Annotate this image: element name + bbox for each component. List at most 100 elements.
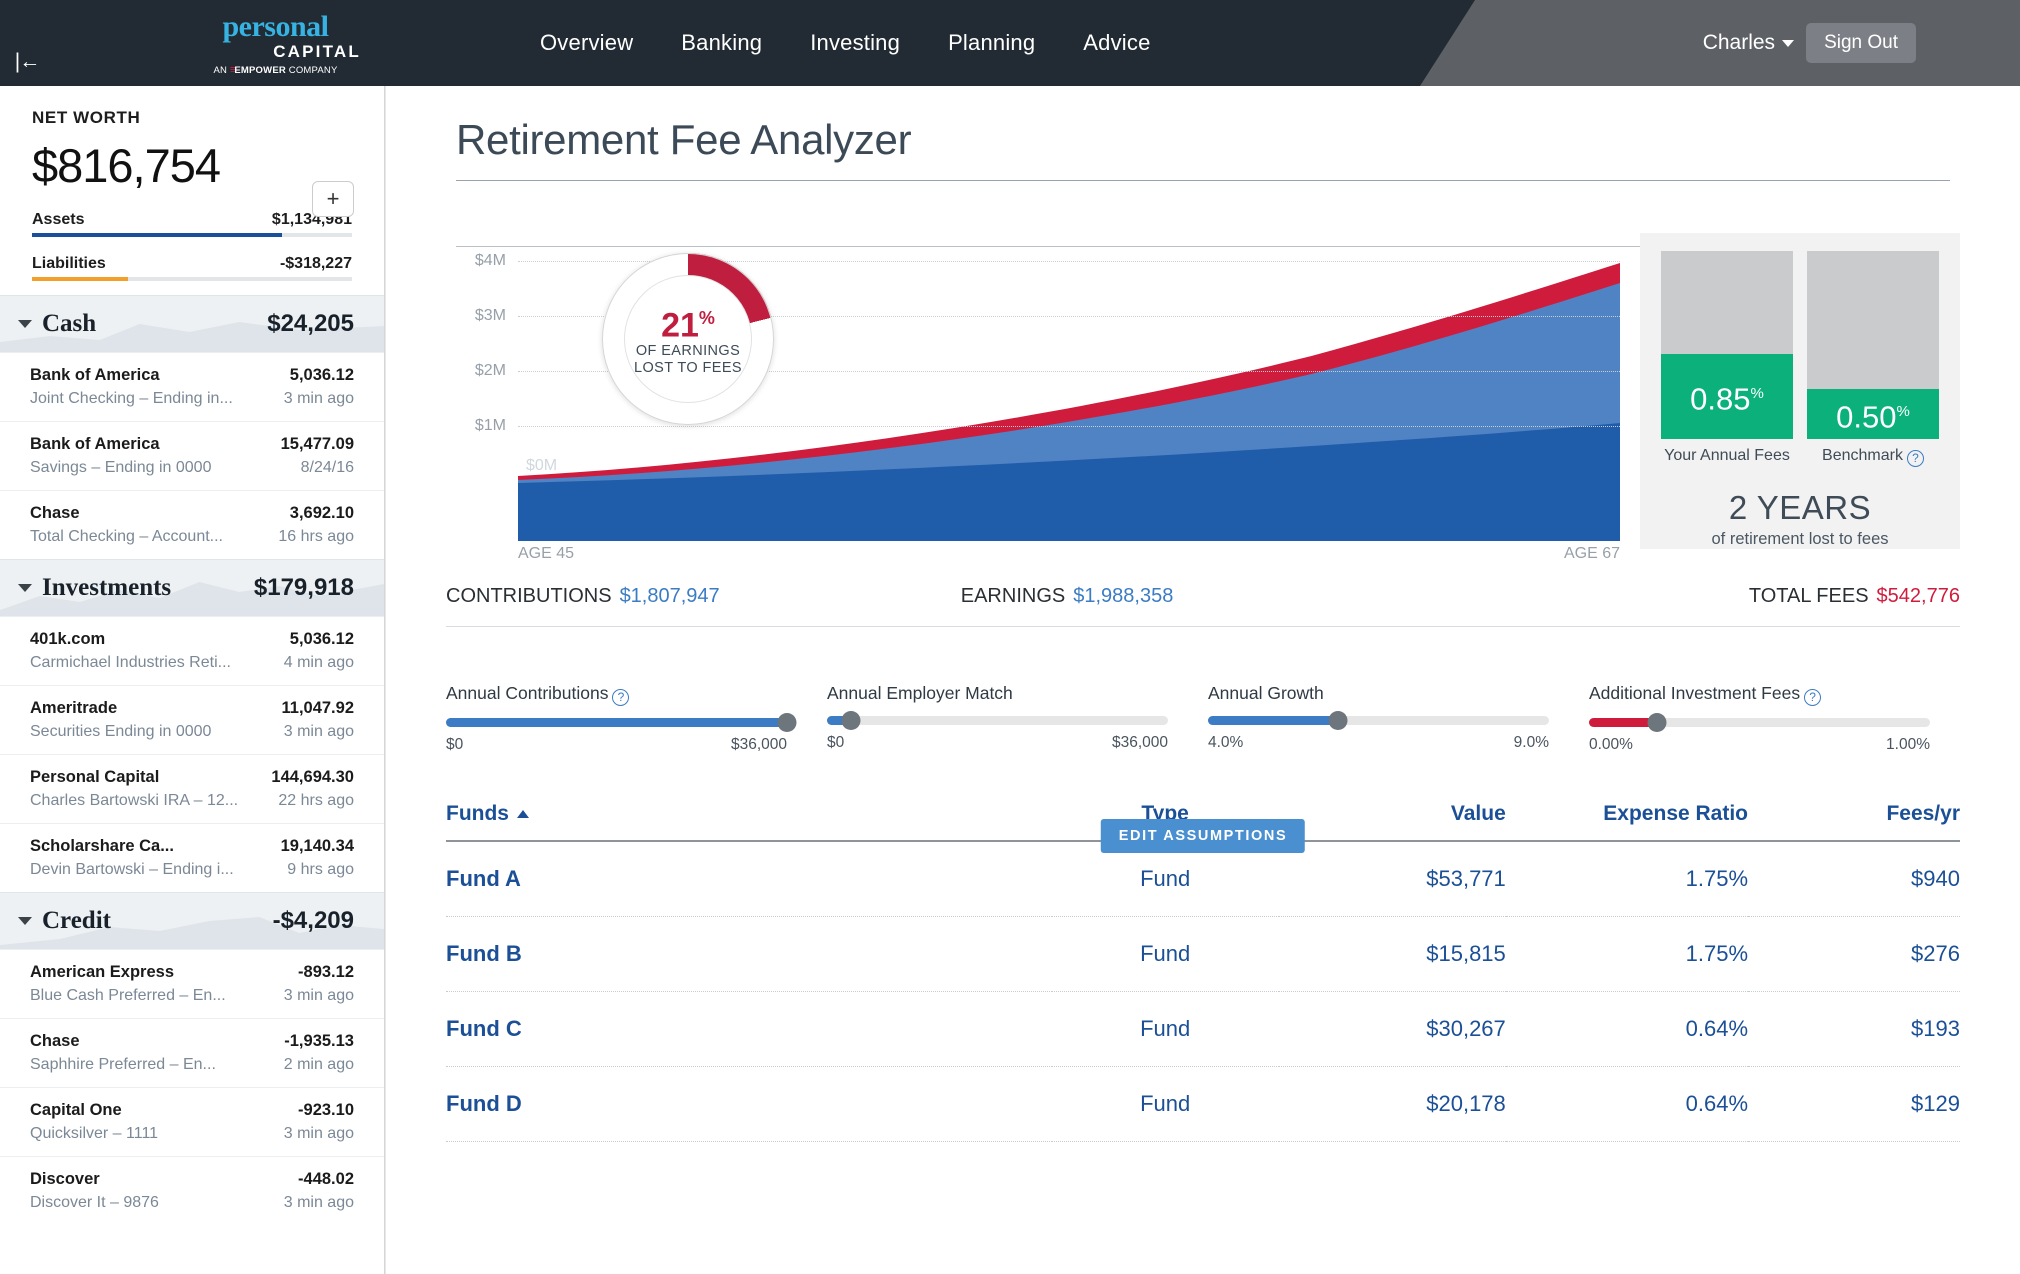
axis-end-age: AGE 67 (1564, 545, 1620, 563)
list-item[interactable]: Chase-1,935.13 Saphhire Preferred – En..… (0, 1018, 384, 1087)
personal-capital-logo[interactable]: personal CAPITAL AN ≡EMPOWER COMPANY (188, 12, 363, 78)
annual-fee-comparison-panel: 0.85% Your Annual Fees 0.50% Benchmark? (1640, 233, 1960, 549)
cell-fund-name[interactable]: Fund B (446, 917, 1052, 992)
total-contributions: CONTRIBUTIONS$1,807,947 (446, 585, 961, 608)
user-menu-button[interactable]: Charles (1703, 31, 1794, 55)
your-fee-column: 0.85% Your Annual Fees (1661, 251, 1793, 467)
list-item[interactable]: 401k.com5,036.12 Carmichael Industries R… (0, 616, 384, 685)
sort-ascending-icon (517, 810, 529, 818)
slider-knob[interactable] (841, 711, 860, 730)
axis-start-age: AGE 45 (518, 545, 574, 563)
liabilities-value: -$318,227 (280, 255, 352, 273)
account-balance: 5,036.12 (290, 630, 354, 649)
slider-track[interactable] (1208, 716, 1549, 725)
cell-fees-per-year: $276 (1748, 917, 1960, 992)
list-item[interactable]: Personal Capital144,694.30 Charles Barto… (0, 754, 384, 823)
account-balance: 15,477.09 (281, 435, 354, 454)
cell-value: $30,267 (1279, 992, 1506, 1067)
chevron-down-icon[interactable] (18, 320, 32, 328)
column-header-fees-per-year[interactable]: Fees/yr (1748, 802, 1960, 841)
cell-fees-per-year: $129 (1748, 1067, 1960, 1142)
list-item[interactable]: American Express-893.12 Blue Cash Prefer… (0, 949, 384, 1018)
contributions-value: $1,807,947 (620, 585, 720, 607)
assets-label: Assets (32, 211, 84, 229)
cell-fund-name[interactable]: Fund A (446, 841, 1052, 917)
sidebar-group-cash[interactable]: Cash $24,205 (0, 295, 384, 352)
slider-max: $36,000 (731, 736, 787, 754)
add-account-button[interactable]: + (312, 181, 354, 217)
liabilities-label: Liabilities (32, 255, 106, 273)
list-item[interactable]: Scholarshare Ca...19,140.34 Devin Bartow… (0, 823, 384, 892)
cell-value: $53,771 (1279, 841, 1506, 917)
account-balance: -448.02 (298, 1170, 354, 1189)
top-navigation-bar: |← personal CAPITAL AN ≡EMPOWER COMPANY … (0, 0, 2020, 86)
account-updated: 16 hrs ago (278, 528, 354, 546)
cell-type: Fund (1052, 1067, 1279, 1142)
nav-item-planning[interactable]: Planning (948, 30, 1035, 56)
account-updated: 4 min ago (284, 654, 354, 672)
account-updated: 3 min ago (284, 723, 354, 741)
chevron-down-icon[interactable] (18, 917, 32, 925)
account-description: Securities Ending in 0000 (30, 723, 211, 741)
list-item[interactable]: Capital One-923.10 Quicksilver – 11113 m… (0, 1087, 384, 1156)
column-header-value[interactable]: Value (1279, 802, 1506, 841)
slider-knob[interactable] (1648, 713, 1667, 732)
slider-max: 1.00% (1886, 736, 1930, 754)
account-name: Discover (30, 1170, 100, 1189)
total-fees: TOTAL FEES$542,776 (1476, 585, 1960, 608)
slider-max: $36,000 (1112, 734, 1168, 752)
nav-item-overview[interactable]: Overview (540, 30, 633, 56)
fee-percentage-donut: 21% OF EARNINGS LOST TO FEES (602, 253, 774, 425)
slider-min: $0 (446, 736, 463, 754)
account-name: Scholarshare Ca... (30, 837, 174, 856)
column-header-funds-label: Funds (446, 802, 509, 825)
earnings-value: $1,988,358 (1073, 585, 1173, 607)
account-description: Blue Cash Preferred – En... (30, 987, 226, 1005)
cell-fees-per-year: $940 (1748, 841, 1960, 917)
slider-track[interactable] (446, 718, 787, 727)
sidebar-collapse-icon[interactable]: |← (10, 48, 44, 76)
total-fees-value: $542,776 (1877, 585, 1960, 607)
slider-annual-growth: Annual Growth 4.0%9.0% (1208, 683, 1579, 754)
help-icon[interactable]: ? (1907, 450, 1924, 467)
list-item[interactable]: Ameritrade11,047.92 Securities Ending in… (0, 685, 384, 754)
account-name: Chase (30, 1032, 80, 1051)
sidebar-group-investments[interactable]: Investments $179,918 (0, 559, 384, 616)
slider-knob[interactable] (778, 713, 797, 732)
slider-label: Additional Investment Fees? (1589, 683, 1930, 706)
slider-track[interactable] (1589, 718, 1930, 727)
table-row[interactable]: Fund B Fund $15,815 1.75% $276 (446, 917, 1960, 992)
percent-sign: % (699, 308, 715, 328)
chevron-down-icon[interactable] (18, 584, 32, 592)
help-icon[interactable]: ? (1804, 689, 1821, 706)
help-icon[interactable]: ? (612, 689, 629, 706)
group-name: Cash (42, 310, 96, 338)
column-header-expense-ratio[interactable]: Expense Ratio (1506, 802, 1748, 841)
list-item[interactable]: Discover-448.02 Discover It – 98763 min … (0, 1156, 384, 1225)
slider-track[interactable] (827, 716, 1168, 725)
slider-annual-employer-match: Annual Employer Match $0$36,000 (827, 683, 1198, 754)
account-balance: 19,140.34 (281, 837, 354, 856)
page-title: Retirement Fee Analyzer (456, 86, 1950, 181)
account-updated: 2 min ago (284, 1056, 354, 1074)
sign-out-button[interactable]: Sign Out (1806, 23, 1916, 63)
slider-knob[interactable] (1328, 711, 1347, 730)
table-row[interactable]: Fund C Fund $30,267 0.64% $193 (446, 992, 1960, 1067)
nav-item-investing[interactable]: Investing (810, 30, 900, 56)
cell-fund-name[interactable]: Fund D (446, 1067, 1052, 1142)
list-item[interactable]: Bank of America15,477.09 Savings – Endin… (0, 421, 384, 490)
edit-assumptions-button[interactable]: EDIT ASSUMPTIONS (1101, 819, 1305, 853)
donut-caption-line1: OF EARNINGS (636, 343, 740, 360)
table-row[interactable]: Fund D Fund $20,178 0.64% $129 (446, 1067, 1960, 1142)
cell-fund-name[interactable]: Fund C (446, 992, 1052, 1067)
list-item[interactable]: Chase3,692.10 Total Checking – Account..… (0, 490, 384, 559)
nav-item-advice[interactable]: Advice (1083, 30, 1150, 56)
sidebar-group-credit[interactable]: Credit -$4,209 (0, 892, 384, 949)
cell-expense-ratio: 1.75% (1506, 917, 1748, 992)
account-updated: 3 min ago (284, 1194, 354, 1212)
column-header-funds[interactable]: Funds (446, 802, 1052, 841)
nav-item-banking[interactable]: Banking (681, 30, 762, 56)
assets-row: Assets $1,134,981 (32, 211, 352, 237)
account-name: Personal Capital (30, 768, 159, 787)
list-item[interactable]: Bank of America5,036.12 Joint Checking –… (0, 352, 384, 421)
